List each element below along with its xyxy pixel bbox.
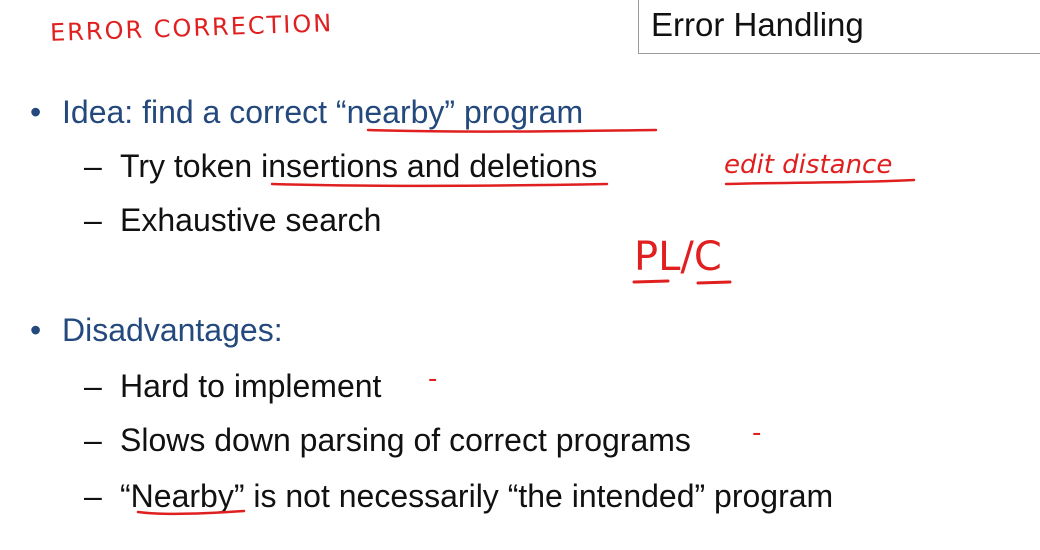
underline-insertions-deletions [270, 182, 609, 188]
underline-nearby-program [366, 128, 658, 133]
underline-nearby [136, 509, 246, 516]
annotation-underlines [136, 128, 916, 516]
underline-pl [632, 279, 670, 284]
underline-edit-distance [724, 178, 916, 186]
underline-c [696, 280, 732, 285]
